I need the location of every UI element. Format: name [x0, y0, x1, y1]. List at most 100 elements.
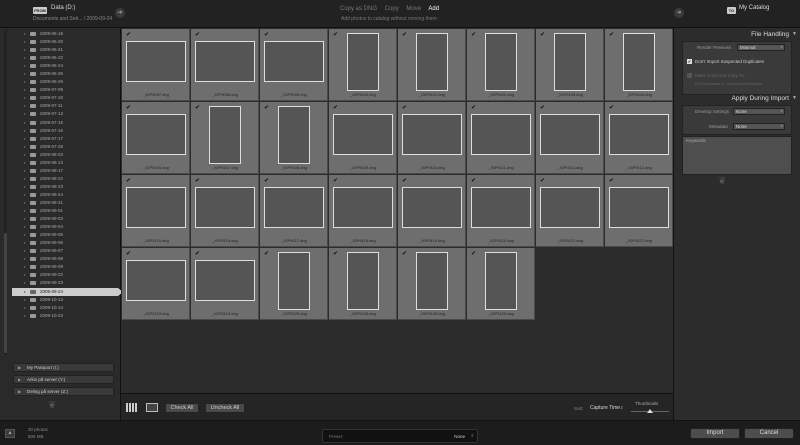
- folder-item[interactable]: ▸ 2009-09-23: [12, 279, 118, 287]
- photo-cell[interactable]: ✔ _IGP9125.dng: [260, 248, 328, 320]
- develop-settings-select[interactable]: None ⇕: [733, 108, 785, 115]
- preset-selector[interactable]: Preset : None ⇕: [322, 429, 478, 443]
- folder-item[interactable]: ▸ 2009-10-13: [12, 296, 118, 304]
- photo-cell[interactable]: ✔ _IGP9109.dng: [329, 102, 397, 174]
- photo-checkbox[interactable]: ✔: [540, 31, 545, 38]
- photo-cell[interactable]: ✔ _IGP9114.dng: [605, 102, 673, 174]
- folder-item[interactable]: ▸ 2009-08-03: [12, 151, 118, 159]
- uncheck-all-button[interactable]: Uncheck All: [205, 403, 245, 413]
- check-all-button[interactable]: Check All: [165, 403, 199, 413]
- photo-checkbox[interactable]: ✔: [609, 31, 614, 38]
- photo-thumbnail[interactable]: [195, 41, 255, 82]
- photo-thumbnail[interactable]: [195, 260, 255, 301]
- folder-item[interactable]: ▸ 2009-10-14: [12, 304, 118, 312]
- photo-checkbox[interactable]: ✔: [264, 250, 269, 257]
- folder-item[interactable]: ▸ 2009-07-17: [12, 135, 118, 143]
- second-copy-checkbox[interactable]: [687, 73, 692, 78]
- folder-item[interactable]: ▸ 2009-09-01: [12, 207, 118, 215]
- folder-item[interactable]: ▸ 2009-06-20: [12, 38, 118, 46]
- photo-cell[interactable]: ✔ _IGP9129.dng: [467, 248, 535, 320]
- folder-item[interactable]: ▸ 2009-09-04: [12, 223, 118, 231]
- photo-checkbox[interactable]: ✔: [471, 31, 476, 38]
- folder-item[interactable]: ▸ 2009-09-09: [12, 263, 118, 271]
- photo-cell[interactable]: ✔ _IGP9104.dng: [605, 29, 673, 101]
- photo-cell[interactable]: ✔ _IGP9115.dng: [122, 175, 190, 247]
- photo-checkbox[interactable]: ✔: [333, 104, 338, 111]
- photo-cell[interactable]: ✔ _IGP9107.dng: [191, 102, 259, 174]
- photo-checkbox[interactable]: ✔: [264, 31, 269, 38]
- photo-cell[interactable]: ✔ _IGP9100.dng: [329, 29, 397, 101]
- loupe-view-icon[interactable]: [146, 403, 158, 412]
- photo-checkbox[interactable]: ✔: [264, 104, 269, 111]
- photo-checkbox[interactable]: ✔: [195, 104, 200, 111]
- photo-cell[interactable]: ✔ _IGP9126.dng: [329, 248, 397, 320]
- folder-item[interactable]: ▸ 2009-09-06: [12, 239, 118, 247]
- folder-item[interactable]: ▸ 2009-06-26: [12, 70, 118, 78]
- folder-item[interactable]: ▸ 2009-06-29: [12, 78, 118, 86]
- volume-deling[interactable]: ▶ Deling på server (Z:): [13, 387, 114, 396]
- folder-item[interactable]: ▸ 2009-08-31: [12, 199, 118, 207]
- photo-thumbnail[interactable]: [347, 252, 379, 310]
- photo-cell[interactable]: ✔ _IGP9121.dng: [536, 175, 604, 247]
- folder-item[interactable]: ▸ 2009-07-09: [12, 86, 118, 94]
- photo-cell[interactable]: ✔ _IGP9116.dng: [191, 175, 259, 247]
- photo-cell[interactable]: ✔ _IGP9097.dng: [122, 29, 190, 101]
- photo-thumbnail[interactable]: [126, 260, 186, 301]
- photo-thumbnail[interactable]: [333, 114, 393, 155]
- folder-item[interactable]: ▸ 2009-09-05: [12, 231, 118, 239]
- photo-cell[interactable]: ✔ _IGP9122.dng: [605, 175, 673, 247]
- photo-cell[interactable]: ✔ _IGP9111.dng: [467, 102, 535, 174]
- photo-checkbox[interactable]: ✔: [402, 250, 407, 257]
- photo-thumbnail[interactable]: [485, 33, 517, 91]
- photo-cell[interactable]: ✔ _IGP9124.dng: [191, 248, 259, 320]
- photo-checkbox[interactable]: ✔: [333, 250, 338, 257]
- photo-thumbnail[interactable]: [540, 114, 600, 155]
- volume-arkiv[interactable]: ▶ Arkiv på server (Y:): [13, 375, 114, 384]
- photo-checkbox[interactable]: ✔: [126, 177, 131, 184]
- photo-cell[interactable]: ✔ _IGP9120.dng: [467, 175, 535, 247]
- photo-cell[interactable]: ✔ _IGP9117.dng: [260, 175, 328, 247]
- photo-checkbox[interactable]: ✔: [333, 31, 338, 38]
- folder-item[interactable]: ▸ 2009-09-03: [12, 215, 118, 223]
- photo-thumbnail[interactable]: [264, 187, 324, 228]
- import-button[interactable]: Import: [690, 428, 740, 439]
- photo-checkbox[interactable]: ✔: [195, 250, 200, 257]
- folder-item[interactable]: ▸ 2009-09-24: [12, 287, 123, 296]
- photo-thumbnail[interactable]: [333, 187, 393, 228]
- photo-cell[interactable]: ✔ _IGP9128.dng: [398, 248, 466, 320]
- photo-cell[interactable]: ✔ _IGP9110.dng: [398, 102, 466, 174]
- photo-thumbnail[interactable]: [554, 33, 586, 91]
- folder-item[interactable]: ▸ 2009-07-13: [12, 110, 118, 118]
- photo-thumbnail[interactable]: [264, 41, 324, 82]
- photo-checkbox[interactable]: ✔: [609, 177, 614, 184]
- photo-thumbnail[interactable]: [623, 33, 655, 91]
- photo-checkbox[interactable]: ✔: [264, 177, 269, 184]
- photo-thumbnail[interactable]: [126, 187, 186, 228]
- folder-item[interactable]: ▸ 2009-09-07: [12, 247, 118, 255]
- metadata-select[interactable]: None ⇕: [733, 123, 785, 130]
- folder-item[interactable]: ▸ 2009-06-21: [12, 46, 118, 54]
- source-arrow-icon[interactable]: ➔: [115, 8, 125, 18]
- folder-item[interactable]: ▸ 2009-09-22: [12, 271, 118, 279]
- photo-cell[interactable]: ✔ _IGP9103.dng: [536, 29, 604, 101]
- file-handling-header[interactable]: File Handling ▼: [674, 29, 800, 40]
- photo-cell[interactable]: ✔ _IGP9123.dng: [122, 248, 190, 320]
- photo-cell[interactable]: ✔ _IGP9108.dng: [260, 102, 328, 174]
- photo-thumbnail[interactable]: [416, 33, 448, 91]
- folder-item[interactable]: ▸ 2009-08-22: [12, 175, 118, 183]
- photo-thumbnail[interactable]: [540, 187, 600, 228]
- photo-thumbnail[interactable]: [278, 252, 310, 310]
- photo-checkbox[interactable]: ✔: [402, 31, 407, 38]
- thumbnails-slider-knob[interactable]: [647, 409, 653, 413]
- photo-checkbox[interactable]: ✔: [333, 177, 338, 184]
- photo-thumbnail[interactable]: [609, 114, 669, 155]
- photo-thumbnail[interactable]: [471, 114, 531, 155]
- photo-cell[interactable]: ✔ _IGP9098.dng: [191, 29, 259, 101]
- folder-item[interactable]: ▸ 2009-07-11: [12, 102, 118, 110]
- render-previews-select[interactable]: Minimal ⇕: [737, 44, 785, 51]
- photo-cell[interactable]: ✔ _IGP9102.dng: [467, 29, 535, 101]
- source-name[interactable]: Data (D:): [51, 5, 75, 11]
- folder-item[interactable]: ▸ 2009-07-10: [12, 94, 118, 102]
- photo-checkbox[interactable]: ✔: [540, 177, 545, 184]
- folder-item[interactable]: ▸ 2009-07-16: [12, 127, 118, 135]
